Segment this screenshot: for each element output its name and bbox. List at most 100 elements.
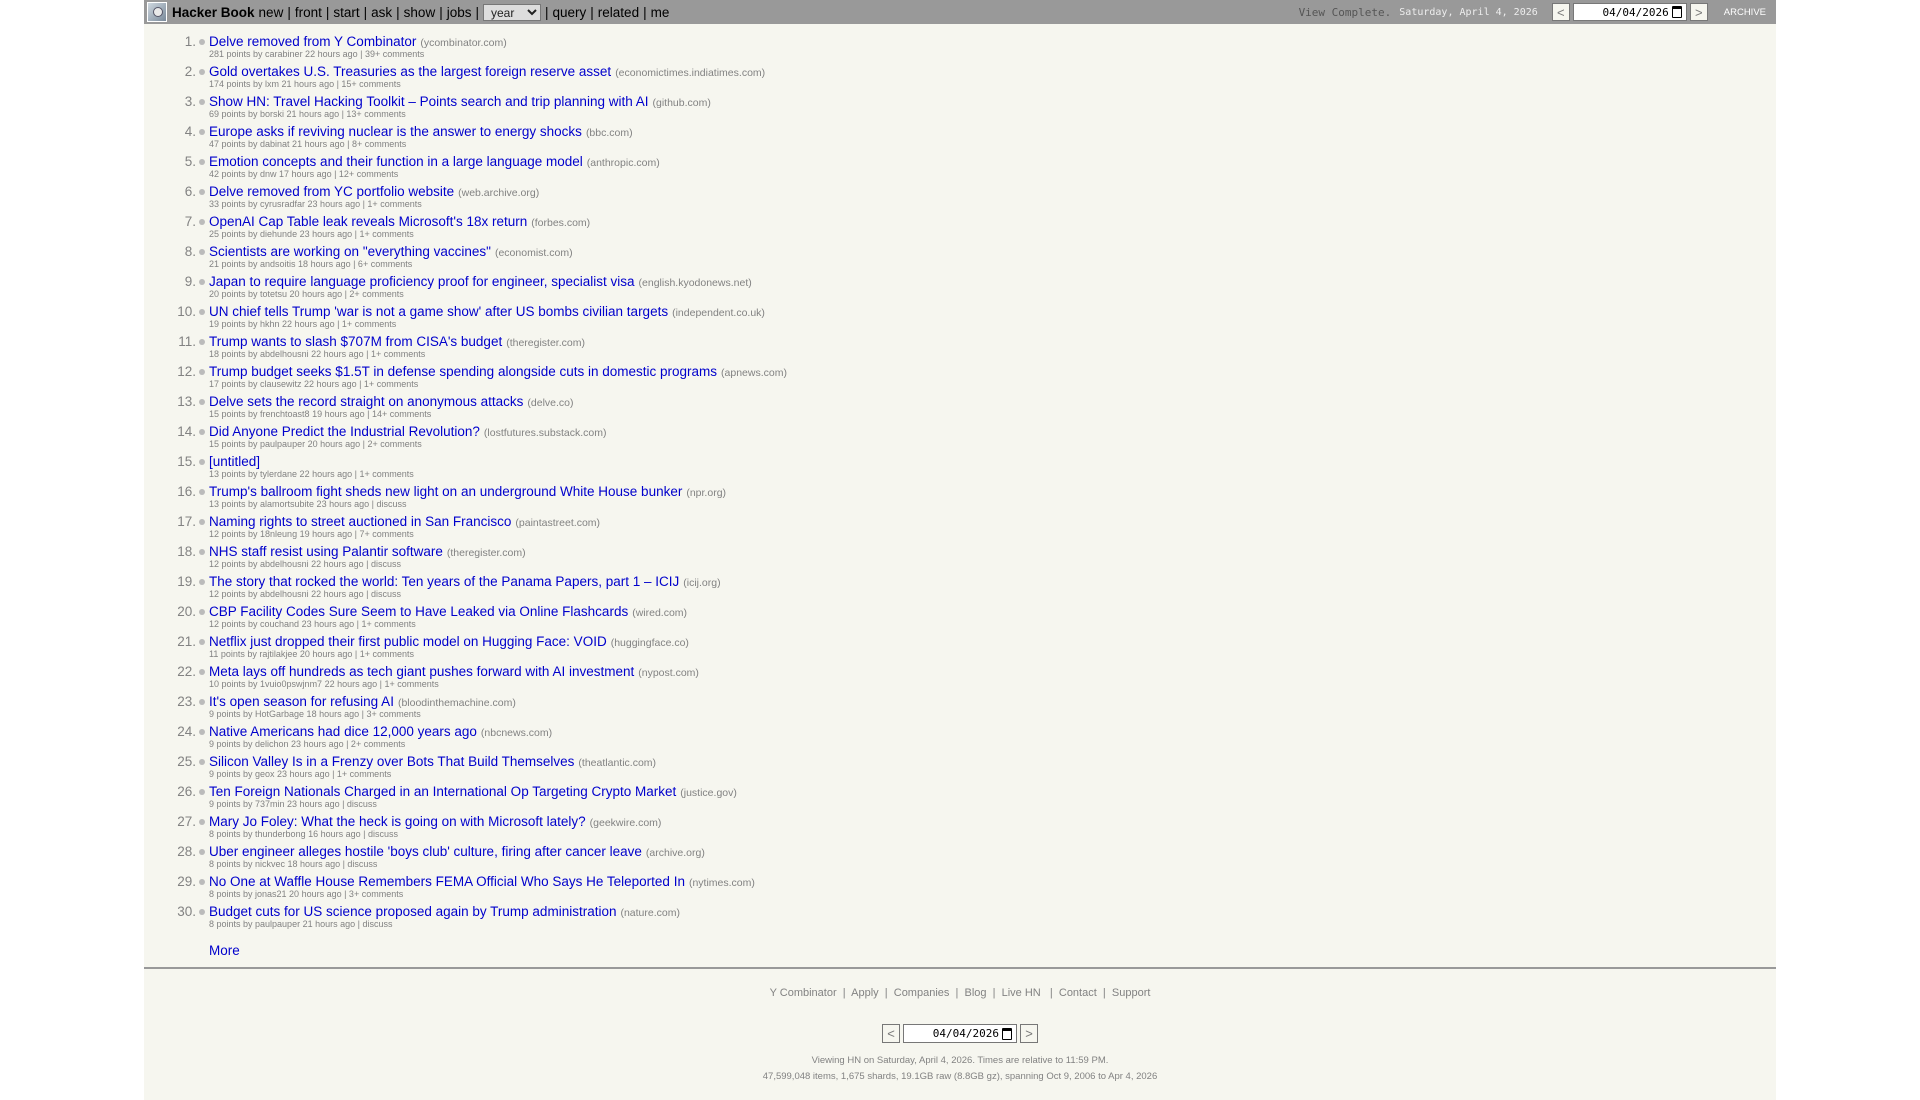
story-title-link[interactable]: [untitled]	[209, 454, 260, 469]
story-site[interactable]: (english.kyodonews.net)	[639, 277, 752, 289]
upvote-icon[interactable]	[199, 339, 205, 345]
story-site[interactable]: (theregister.com)	[447, 547, 526, 559]
story-title-link[interactable]: OpenAI Cap Table leak reveals Microsoft'…	[209, 214, 527, 229]
story-title-link[interactable]: No One at Waffle House Remembers FEMA Of…	[209, 874, 685, 889]
story-title-link[interactable]: Mary Jo Foley: What the heck is going on…	[209, 814, 586, 829]
story-site[interactable]: (icij.org)	[683, 577, 720, 589]
story-title-link[interactable]: Silicon Valley Is in a Frenzy over Bots …	[209, 754, 574, 769]
footer-link-support[interactable]: Support	[1112, 987, 1151, 999]
story-site[interactable]: (economist.com)	[495, 247, 573, 259]
story-site[interactable]: (theatlantic.com)	[578, 757, 656, 769]
upvote-icon[interactable]	[199, 159, 205, 165]
upvote-icon[interactable]	[199, 849, 205, 855]
footer-next-day-button[interactable]: >	[1020, 1024, 1038, 1043]
footer-date-input[interactable]: 04/04/2026	[903, 1024, 1017, 1043]
footer-link-blog[interactable]: Blog	[964, 987, 986, 999]
story-title-link[interactable]: Ten Foreign Nationals Charged in an Inte…	[209, 784, 676, 799]
upvote-icon[interactable]	[199, 759, 205, 765]
nav-ask[interactable]: ask	[371, 5, 392, 20]
story-site[interactable]: (nature.com)	[620, 907, 680, 919]
nav-new[interactable]: new	[259, 5, 284, 20]
story-site[interactable]: (geekwire.com)	[590, 817, 662, 829]
upvote-icon[interactable]	[199, 489, 205, 495]
footer-link-live-hn[interactable]: Live HN	[1002, 987, 1041, 999]
upvote-icon[interactable]	[199, 69, 205, 75]
story-site[interactable]: (web.archive.org)	[458, 187, 539, 199]
story-title-link[interactable]: Did Anyone Predict the Industrial Revolu…	[209, 424, 480, 439]
story-title-link[interactable]: Delve sets the record straight on anonym…	[209, 394, 523, 409]
upvote-icon[interactable]	[199, 279, 205, 285]
upvote-icon[interactable]	[199, 579, 205, 585]
logo-icon[interactable]	[147, 2, 167, 22]
story-title-link[interactable]: Native Americans had dice 12,000 years a…	[209, 724, 477, 739]
story-title-link[interactable]: NHS staff resist using Palantir software	[209, 544, 443, 559]
footer-link-apply[interactable]: Apply	[851, 987, 879, 999]
upvote-icon[interactable]	[199, 909, 205, 915]
story-title-link[interactable]: CBP Facility Codes Sure Seem to Have Lea…	[209, 604, 628, 619]
story-site[interactable]: (apnews.com)	[721, 367, 787, 379]
story-site[interactable]: (forbes.com)	[531, 217, 590, 229]
upvote-icon[interactable]	[199, 549, 205, 555]
upvote-icon[interactable]	[199, 369, 205, 375]
prev-day-button[interactable]: <	[1551, 3, 1570, 21]
upvote-icon[interactable]	[199, 429, 205, 435]
upvote-icon[interactable]	[199, 879, 205, 885]
upvote-icon[interactable]	[199, 519, 205, 525]
footer-link-companies[interactable]: Companies	[894, 987, 950, 999]
story-site[interactable]: (huggingface.co)	[611, 637, 689, 649]
upvote-icon[interactable]	[199, 609, 205, 615]
nav-me[interactable]: me	[651, 5, 670, 20]
story-site[interactable]: (ycombinator.com)	[420, 37, 506, 49]
story-site[interactable]: (wired.com)	[632, 607, 687, 619]
story-site[interactable]: (paintastreet.com)	[515, 517, 600, 529]
archive-link[interactable]: ARCHIVE	[1724, 7, 1766, 18]
upvote-icon[interactable]	[199, 399, 205, 405]
story-title-link[interactable]: Delve removed from YC portfolio website	[209, 184, 454, 199]
story-title-link[interactable]: Gold overtakes U.S. Treasuries as the la…	[209, 64, 611, 79]
nav-related[interactable]: related	[598, 5, 639, 20]
story-site[interactable]: (independent.co.uk)	[672, 307, 765, 319]
calendar-icon[interactable]	[1671, 6, 1682, 18]
nav-start[interactable]: start	[333, 5, 359, 20]
story-site[interactable]: (delve.co)	[527, 397, 573, 409]
story-title-link[interactable]: Show HN: Travel Hacking Toolkit – Points…	[209, 94, 648, 109]
story-site[interactable]: (github.com)	[652, 97, 710, 109]
story-title-link[interactable]: Trump's ballroom fight sheds new light o…	[209, 484, 682, 499]
upvote-icon[interactable]	[199, 639, 205, 645]
period-select[interactable]: year	[482, 3, 541, 21]
story-title-link[interactable]: Scientists are working on "everything va…	[209, 244, 491, 259]
story-title-link[interactable]: Delve removed from Y Combinator	[209, 34, 416, 49]
brand-title[interactable]: Hacker Book	[172, 5, 255, 20]
story-site[interactable]: (lostfutures.substack.com)	[484, 427, 607, 439]
story-title-link[interactable]: Emotion concepts and their function in a…	[209, 154, 583, 169]
story-site[interactable]: (archive.org)	[646, 847, 705, 859]
story-title-link[interactable]: Meta lays off hundreds as tech giant pus…	[209, 664, 634, 679]
nav-front[interactable]: front	[295, 5, 322, 20]
upvote-icon[interactable]	[199, 189, 205, 195]
story-site[interactable]: (justice.gov)	[680, 787, 737, 799]
upvote-icon[interactable]	[199, 129, 205, 135]
story-site[interactable]: (bloodinthemachine.com)	[398, 697, 516, 709]
nav-query[interactable]: query	[553, 5, 587, 20]
story-title-link[interactable]: Trump wants to slash $707M from CISA's b…	[209, 334, 502, 349]
story-title-link[interactable]: Uber engineer alleges hostile 'boys club…	[209, 844, 642, 859]
footer-link-ycombinator[interactable]: Y Combinator	[770, 987, 837, 999]
upvote-icon[interactable]	[199, 819, 205, 825]
nav-show[interactable]: show	[404, 5, 436, 20]
upvote-icon[interactable]	[199, 459, 205, 465]
upvote-icon[interactable]	[199, 219, 205, 225]
calendar-icon[interactable]	[1002, 1027, 1012, 1040]
footer-link-contact[interactable]: Contact	[1059, 987, 1097, 999]
upvote-icon[interactable]	[199, 699, 205, 705]
upvote-icon[interactable]	[199, 39, 205, 45]
story-site[interactable]: (nypost.com)	[638, 667, 699, 679]
story-title-link[interactable]: UN chief tells Trump 'war is not a game …	[209, 304, 668, 319]
next-day-button[interactable]: >	[1689, 3, 1708, 21]
story-site[interactable]: (theregister.com)	[506, 337, 585, 349]
story-site[interactable]: (bbc.com)	[586, 127, 633, 139]
story-title-link[interactable]: Trump budget seeks $1.5T in defense spen…	[209, 364, 717, 379]
story-title-link[interactable]: Japan to require language proficiency pr…	[209, 274, 635, 289]
story-title-link[interactable]: It's open season for refusing AI	[209, 694, 394, 709]
story-title-link[interactable]: Budget cuts for US science proposed agai…	[209, 904, 616, 919]
upvote-icon[interactable]	[199, 789, 205, 795]
